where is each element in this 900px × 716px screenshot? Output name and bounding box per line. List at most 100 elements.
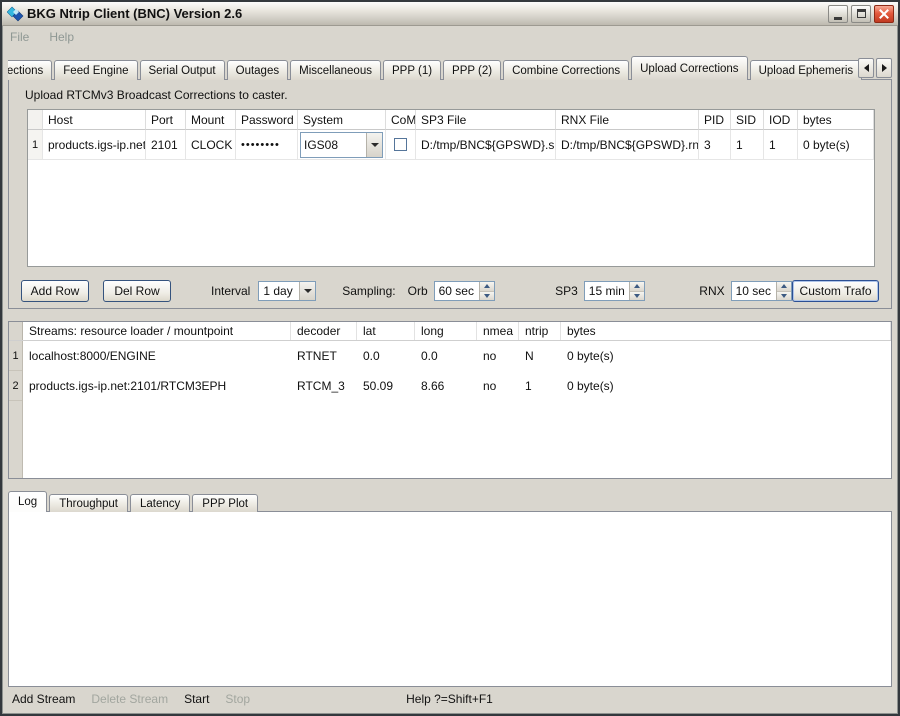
header-com: CoM [386,110,416,130]
upload-controls: Add Row Del Row Interval 1 day Sampling:… [19,279,881,303]
port-cell[interactable]: 2101 [146,130,186,160]
header-long: long [415,322,477,340]
rnx-label: RNX [699,284,724,298]
row-number: 2 [9,371,22,401]
rnx-file-cell[interactable]: D:/tmp/BNC${GPSWD}.rnx [556,130,699,160]
table-empty-area [28,160,874,266]
row-number: 1 [28,130,43,160]
spin-buttons [629,282,644,300]
title-bar: BKG Ntrip Client (BNC) Version 2.6 [2,2,898,26]
tab-corrections-partial[interactable]: rections [8,60,52,80]
minimize-button[interactable] [828,5,848,23]
tab-ppp-1[interactable]: PPP (1) [383,60,441,80]
interval-value: 1 day [259,284,299,298]
tab-upload-corrections[interactable]: Upload Corrections [631,56,747,80]
tab-upload-ephemeris[interactable]: Upload Ephemeris [750,60,863,80]
log-output-area[interactable] [8,511,892,687]
spin-down-button[interactable] [480,292,494,301]
upload-corrections-panel: Upload RTCMv3 Broadcast Corrections to c… [8,79,892,309]
spin-up-button[interactable] [480,282,494,292]
stop-button[interactable]: Stop [225,692,250,706]
arrow-up-icon [781,284,787,288]
tab-scroll-left-button[interactable] [858,58,874,78]
tab-serial-output[interactable]: Serial Output [140,60,225,80]
menu-file[interactable]: File [10,30,29,44]
tab-throughput[interactable]: Throughput [49,494,128,512]
add-row-button[interactable]: Add Row [21,280,89,302]
maximize-icon [857,9,866,18]
sampling-label: Sampling: [342,284,395,298]
sp3-file-cell[interactable]: D:/tmp/BNC${GPSWD}.sp3 [416,130,556,160]
spin-up-button[interactable] [777,282,791,292]
spin-down-button[interactable] [630,292,644,301]
upload-table-header: Host Port Mount Password System CoM SP3 … [28,110,874,130]
arrow-down-icon [781,294,787,298]
table-corner [28,110,43,130]
tab-combine-corrections[interactable]: Combine Corrections [503,60,629,80]
panel-description: Upload RTCMv3 Broadcast Corrections to c… [19,86,881,109]
arrow-left-icon [864,64,869,72]
arrow-down-icon [634,294,640,298]
interval-combobox[interactable]: 1 day [258,281,316,301]
close-icon [879,9,889,19]
tab-ppp-plot[interactable]: PPP Plot [192,494,258,512]
streams-rows: localhost:8000/ENGINE RTNET 0.0 0.0 no N… [23,341,891,478]
spin-down-button[interactable] [777,292,791,301]
del-row-button[interactable]: Del Row [103,280,171,302]
header-mountpoint: Streams: resource loader / mountpoint [23,322,291,340]
tab-feed-engine[interactable]: Feed Engine [54,60,137,80]
system-combobox[interactable]: IGS08 [300,132,383,158]
tab-miscellaneous[interactable]: Miscellaneous [290,60,381,80]
close-button[interactable] [874,5,894,23]
tab-ppp-2[interactable]: PPP (2) [443,60,501,80]
header-bytes: bytes [561,322,891,340]
dropdown-button[interactable] [366,133,382,157]
table-row: 1 products.igs-ip.net 2101 CLOCK •••••••… [28,130,874,160]
orb-label: Orb [408,284,428,298]
arrow-right-icon [882,64,887,72]
row-number: 1 [9,341,22,371]
system-cell: IGS08 [298,130,386,160]
tab-latency[interactable]: Latency [130,494,190,512]
menu-bar: File Help [2,26,898,48]
rnx-spinner[interactable]: 10 sec [731,281,792,301]
delete-stream-button[interactable]: Delete Stream [91,692,168,706]
tab-log[interactable]: Log [8,491,47,512]
tab-outages[interactable]: Outages [227,60,288,80]
streams-body: 1 2 localhost:8000/ENGINE RTNET 0.0 0.0 … [9,341,891,478]
start-button[interactable]: Start [184,692,209,706]
bytes-cell: 0 byte(s) [561,379,891,393]
chevron-down-icon [304,289,312,293]
add-stream-button[interactable]: Add Stream [12,692,75,706]
host-cell[interactable]: products.igs-ip.net [43,130,146,160]
sid-cell[interactable]: 1 [731,130,764,160]
mount-cell[interactable]: CLOCK [186,130,236,160]
decoder-cell: RTCM_3 [291,379,357,393]
stream-row[interactable]: products.igs-ip.net:2101/RTCM3EPH RTCM_3… [23,371,891,401]
bytes-cell: 0 byte(s) [561,349,891,363]
dropdown-button[interactable] [299,282,315,300]
password-cell[interactable]: •••••••• [236,130,298,160]
spin-up-button[interactable] [630,282,644,292]
header-sid: SID [731,110,764,130]
menu-help[interactable]: Help [49,30,74,44]
pid-cell[interactable]: 3 [699,130,731,160]
spin-buttons [776,282,791,300]
header-pid: PID [699,110,731,130]
orb-spinner[interactable]: 60 sec [434,281,495,301]
long-cell: 8.66 [415,379,477,393]
custom-trafo-button[interactable]: Custom Trafo [792,280,879,302]
stream-row[interactable]: localhost:8000/ENGINE RTNET 0.0 0.0 no N… [23,341,891,371]
iod-cell[interactable]: 1 [764,130,798,160]
com-checkbox[interactable] [394,138,407,151]
streams-row-numbers: 1 2 [9,341,23,478]
maximize-button[interactable] [851,5,871,23]
header-ntrip: ntrip [519,322,561,340]
sp3-label: SP3 [555,284,578,298]
tab-scroll-right-button[interactable] [876,58,892,78]
lat-cell: 50.09 [357,379,415,393]
chevron-down-icon [371,143,379,147]
header-sp3-file: SP3 File [416,110,556,130]
help-hint: Help ?=Shift+F1 [406,692,493,706]
sp3-spinner[interactable]: 15 min [584,281,645,301]
